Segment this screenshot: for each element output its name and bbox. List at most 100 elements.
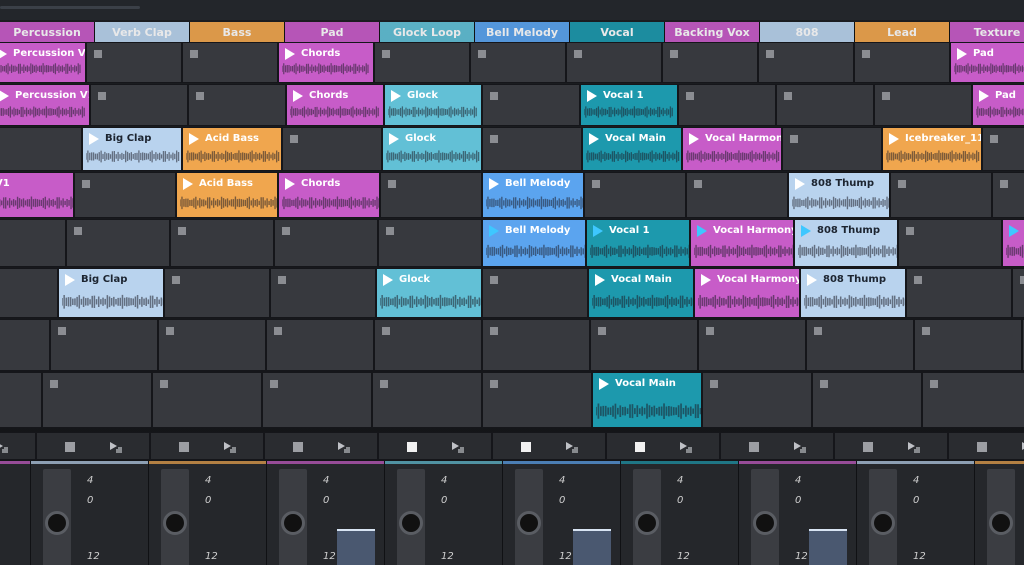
slot-stop-icon[interactable]: [790, 135, 798, 143]
track-header-percussion[interactable]: Percussion: [0, 22, 95, 42]
arm-icon[interactable]: [907, 441, 921, 453]
slot-stop-icon[interactable]: [694, 180, 702, 188]
clip[interactable]: Icebreaker_110_D...: [882, 127, 982, 171]
empty-clip-slot[interactable]: [470, 42, 566, 83]
play-icon[interactable]: [65, 274, 75, 286]
slot-stop-icon[interactable]: [172, 276, 180, 284]
play-icon[interactable]: [587, 90, 597, 102]
play-icon[interactable]: [807, 274, 817, 286]
slot-stop-icon[interactable]: [478, 50, 486, 58]
slot-stop-icon[interactable]: [930, 380, 938, 388]
track-header-texture[interactable]: Texture: [950, 22, 1024, 42]
play-icon[interactable]: [957, 48, 967, 60]
slot-stop-icon[interactable]: [490, 135, 498, 143]
slot-stop-icon[interactable]: [898, 180, 906, 188]
slot-stop-icon[interactable]: [490, 92, 498, 100]
pan-knob[interactable]: [399, 511, 423, 535]
slot-stop-icon[interactable]: [98, 92, 106, 100]
empty-clip-slot[interactable]: [1012, 268, 1024, 318]
play-icon[interactable]: [589, 133, 599, 145]
track-header-backing-vox[interactable]: Backing Vox: [665, 22, 760, 42]
slot-stop-icon[interactable]: [766, 50, 774, 58]
slot-stop-icon[interactable]: [274, 327, 282, 335]
arm-icon[interactable]: [0, 441, 9, 453]
empty-clip-slot[interactable]: [702, 372, 812, 428]
track-header-verb-clap[interactable]: Verb Clap: [95, 22, 190, 42]
clip[interactable]: Pad: [972, 84, 1024, 126]
track-header-vocal[interactable]: Vocal: [570, 22, 665, 42]
slot-stop-icon[interactable]: [166, 327, 174, 335]
clip[interactable]: Big Clap: [58, 268, 164, 318]
empty-clip-slot[interactable]: [812, 372, 922, 428]
slot-stop-icon[interactable]: [94, 50, 102, 58]
slot-stop-icon[interactable]: [862, 50, 870, 58]
empty-clip-slot[interactable]: [698, 319, 806, 371]
slot-stop-icon[interactable]: [598, 327, 606, 335]
stop-clips-button[interactable]: [407, 442, 417, 452]
clip[interactable]: Glock: [382, 127, 482, 171]
empty-clip-slot[interactable]: [590, 319, 698, 371]
slot-stop-icon[interactable]: [1000, 180, 1008, 188]
slot-stop-icon[interactable]: [380, 380, 388, 388]
slot-stop-icon[interactable]: [196, 92, 204, 100]
track-header-808[interactable]: 808: [760, 22, 855, 42]
empty-clip-slot[interactable]: [686, 172, 788, 218]
arm-icon[interactable]: [451, 441, 465, 453]
stop-clips-button[interactable]: [977, 442, 987, 452]
slot-stop-icon[interactable]: [282, 227, 290, 235]
track-header-pad[interactable]: Pad: [285, 22, 380, 42]
track-header-lead[interactable]: Lead: [855, 22, 950, 42]
empty-clip-slot[interactable]: [662, 42, 758, 83]
empty-clip-slot[interactable]: [914, 319, 1022, 371]
arm-icon[interactable]: [679, 441, 693, 453]
play-icon[interactable]: [293, 90, 303, 102]
empty-clip-slot[interactable]: [266, 319, 374, 371]
clip[interactable]: Percussion V1: [0, 84, 90, 126]
play-icon[interactable]: [701, 274, 711, 286]
empty-clip-slot[interactable]: [378, 219, 482, 267]
clip[interactable]: Vocal Main: [592, 372, 702, 428]
play-icon[interactable]: [391, 90, 401, 102]
empty-clip-slot[interactable]: [898, 219, 1002, 267]
pan-knob[interactable]: [281, 511, 305, 535]
clip[interactable]: 808 Thump: [788, 172, 890, 218]
slot-stop-icon[interactable]: [388, 180, 396, 188]
clip[interactable]: Acid Bass: [182, 127, 282, 171]
empty-clip-slot[interactable]: [372, 372, 482, 428]
clip[interactable]: 808 Thump: [800, 268, 906, 318]
empty-clip-slot[interactable]: [182, 42, 278, 83]
clip[interactable]: Glock: [384, 84, 482, 126]
empty-clip-slot[interactable]: [482, 127, 582, 171]
slot-stop-icon[interactable]: [490, 276, 498, 284]
slot-stop-icon[interactable]: [710, 380, 718, 388]
slot-stop-icon[interactable]: [686, 92, 694, 100]
pan-knob[interactable]: [163, 511, 187, 535]
empty-clip-slot[interactable]: [482, 84, 580, 126]
empty-clip-slot[interactable]: [992, 172, 1024, 218]
clip[interactable]: Vocal Harmony: [694, 268, 800, 318]
empty-clip-slot[interactable]: [776, 84, 874, 126]
play-icon[interactable]: [689, 133, 699, 145]
stop-clips-button[interactable]: [635, 442, 645, 452]
empty-clip-slot[interactable]: [282, 127, 382, 171]
play-icon[interactable]: [383, 274, 393, 286]
slot-stop-icon[interactable]: [74, 227, 82, 235]
stop-clips-button[interactable]: [179, 442, 189, 452]
clip[interactable]: Vocal 1: [580, 84, 678, 126]
empty-clip-slot[interactable]: [50, 319, 158, 371]
clip[interactable]: Vocal Harmony: [690, 219, 794, 267]
empty-clip-slot[interactable]: [374, 42, 470, 83]
empty-clip-slot[interactable]: [982, 127, 1024, 171]
pan-knob[interactable]: [45, 511, 69, 535]
empty-clip-slot[interactable]: [164, 268, 270, 318]
empty-clip-slot[interactable]: [380, 172, 482, 218]
empty-clip-slot[interactable]: [854, 42, 950, 83]
slot-stop-icon[interactable]: [490, 380, 498, 388]
play-icon[interactable]: [595, 274, 605, 286]
slot-stop-icon[interactable]: [160, 380, 168, 388]
play-icon[interactable]: [0, 90, 9, 102]
slot-stop-icon[interactable]: [882, 92, 890, 100]
empty-clip-slot[interactable]: [90, 84, 188, 126]
slot-stop-icon[interactable]: [82, 180, 90, 188]
clip[interactable]: Bell Melody: [482, 219, 586, 267]
